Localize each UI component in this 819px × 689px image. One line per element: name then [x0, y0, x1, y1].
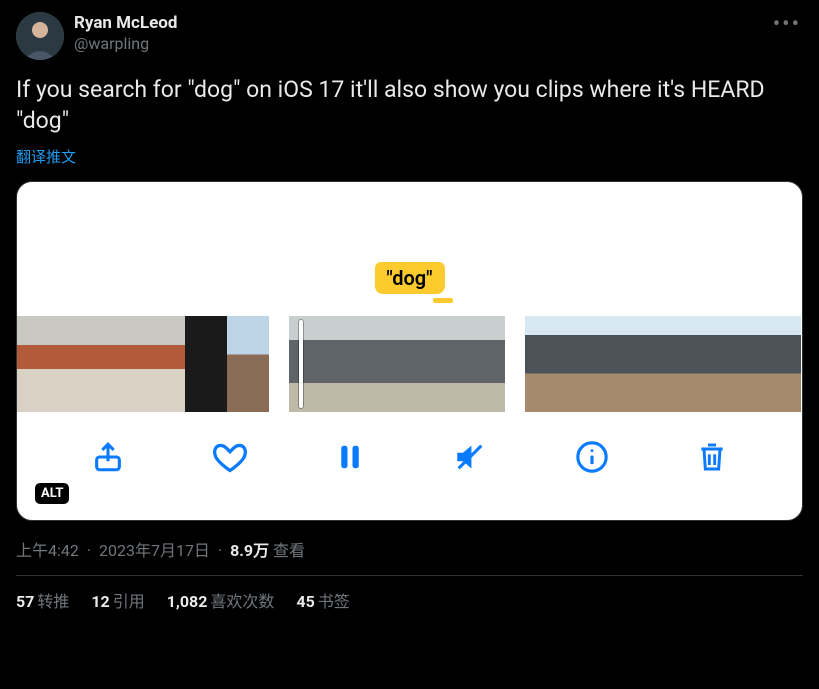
clip-thumbnail — [101, 316, 143, 412]
caption-bubble: "dog" — [374, 262, 444, 294]
bookmarks-count: 45 — [296, 592, 314, 611]
tweet-container: Ryan McLeod @warpling ••• If you search … — [0, 0, 819, 612]
avatar[interactable] — [16, 12, 64, 60]
trash-icon[interactable] — [696, 440, 728, 474]
retweets-label: 转推 — [37, 592, 69, 611]
more-icon[interactable]: ••• — [773, 12, 801, 37]
tweet-meta: 上午4:42 · 2023年7月17日 · 8.9万 查看 — [16, 537, 803, 561]
meta-separator: · — [87, 541, 91, 560]
translate-link[interactable]: 翻译推文 — [16, 146, 803, 167]
likes-stat[interactable]: 1,082喜欢次数 — [167, 588, 275, 612]
clip-thumbnail — [343, 316, 397, 412]
pause-icon[interactable] — [335, 440, 365, 474]
views-label: 查看 — [273, 541, 305, 560]
clip-thumbnail — [709, 316, 755, 412]
clip-thumbnail — [617, 316, 663, 412]
bookmarks-label: 书签 — [318, 592, 350, 611]
divider — [16, 575, 803, 576]
tweet-time[interactable]: 上午4:42 — [16, 541, 79, 560]
clip-thumbnail — [17, 316, 59, 412]
quotes-stat[interactable]: 12引用 — [91, 588, 144, 612]
media-toolbar — [17, 412, 802, 502]
tweet-date[interactable]: 2023年7月17日 — [99, 541, 210, 560]
display-name[interactable]: Ryan McLeod — [74, 12, 177, 34]
tweet-stats: 57转推 12引用 1,082喜欢次数 45书签 — [16, 588, 803, 612]
video-timeline[interactable] — [17, 316, 802, 412]
tweet-text: If you search for "dog" on iOS 17 it'll … — [16, 74, 803, 136]
retweets-count: 57 — [16, 592, 34, 611]
tweet-header: Ryan McLeod @warpling ••• — [16, 12, 803, 60]
meta-separator: · — [218, 541, 222, 560]
alt-badge[interactable]: ALT — [35, 483, 69, 504]
clip-group-3 — [525, 316, 801, 412]
clip-group-1 — [17, 316, 269, 412]
clip-thumbnail — [227, 316, 269, 412]
playhead[interactable] — [299, 320, 303, 408]
mute-icon[interactable] — [452, 440, 488, 474]
clip-thumbnail — [59, 316, 101, 412]
quotes-count: 12 — [91, 592, 109, 611]
clip-thumbnail — [663, 316, 709, 412]
clip-group-2 — [289, 316, 505, 412]
clip-thumbnail — [289, 316, 343, 412]
share-icon[interactable] — [91, 440, 125, 474]
info-icon[interactable] — [575, 440, 609, 474]
likes-label: 喜欢次数 — [210, 592, 274, 611]
caption-tick — [433, 298, 453, 303]
clip-thumbnail — [755, 316, 801, 412]
media-card[interactable]: "dog" — [16, 181, 803, 521]
views-count: 8.9万 — [230, 541, 269, 560]
clip-thumbnail — [397, 316, 451, 412]
handle[interactable]: @warpling — [74, 34, 177, 55]
clip-thumbnail — [525, 316, 571, 412]
media-top-area: "dog" — [17, 182, 802, 316]
heart-icon[interactable] — [212, 439, 248, 475]
quotes-label: 引用 — [113, 592, 145, 611]
clip-thumbnail — [143, 316, 185, 412]
clip-thumbnail — [185, 316, 227, 412]
retweets-stat[interactable]: 57转推 — [16, 588, 69, 612]
author-names: Ryan McLeod @warpling — [74, 12, 177, 55]
clip-thumbnail — [451, 316, 505, 412]
likes-count: 1,082 — [167, 592, 208, 611]
bookmarks-stat[interactable]: 45书签 — [296, 588, 349, 612]
clip-thumbnail — [571, 316, 617, 412]
